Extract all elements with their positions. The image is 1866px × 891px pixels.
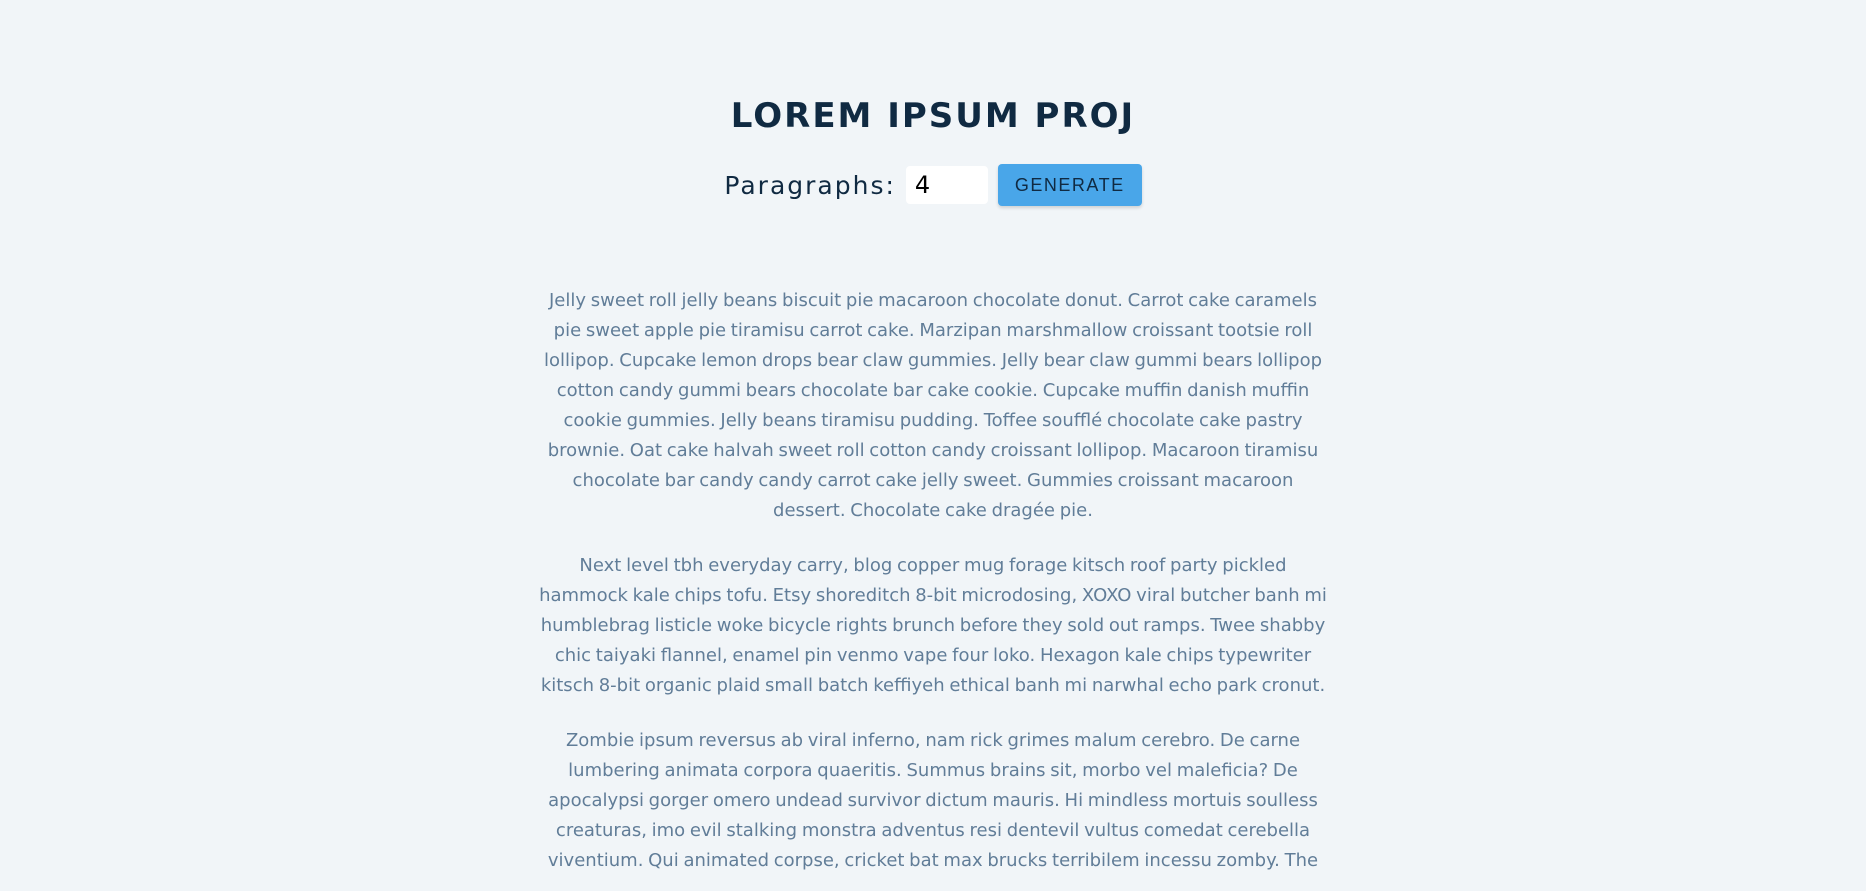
paragraphs-label: Paragraphs: [724, 170, 896, 200]
paragraph-count-input[interactable] [905, 166, 988, 204]
paragraph: Next level tbh everyday carry, blog copp… [539, 555, 1327, 696]
generate-button[interactable]: GENERATE [997, 164, 1142, 206]
lorem-text: Jelly sweet roll jelly beans biscuit pie… [533, 286, 1333, 876]
paragraph: Zombie ipsum reversus ab viral inferno, … [547, 730, 1319, 871]
lorem-section: LOREM IPSUM PROJ Paragraphs: GENERATE Je… [533, 0, 1333, 876]
paragraph-form: Paragraphs: GENERATE [533, 164, 1333, 206]
page-title: LOREM IPSUM PROJ [730, 96, 1136, 136]
paragraph: Jelly sweet roll jelly beans biscuit pie… [543, 290, 1323, 521]
